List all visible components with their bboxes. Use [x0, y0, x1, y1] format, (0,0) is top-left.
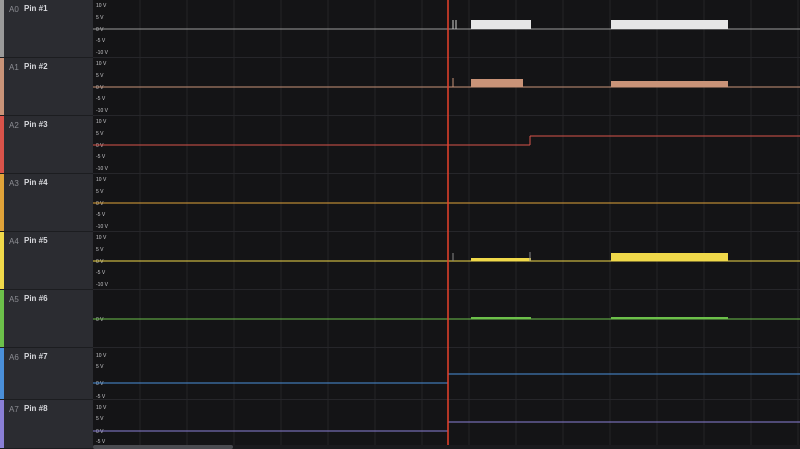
channel-label-a6[interactable]: A6 Pin #7: [0, 348, 93, 400]
voltage-tick-label: -5 V: [96, 38, 106, 44]
signal-burst: [471, 79, 523, 87]
channel-color-stripe: [0, 400, 4, 448]
channel-index: A4: [9, 237, 19, 246]
voltage-tick-label: 0 V: [96, 381, 104, 387]
voltage-tick-label: 0 V: [96, 201, 104, 207]
waveform-plot-area[interactable]: 10 V 5 V 0 V -5 V -10 V 10 V 5 V 0 V -5 V -10 V 10…: [93, 0, 800, 449]
channel-name: Pin #2: [24, 62, 48, 71]
voltage-tick-label: 5 V: [96, 189, 104, 195]
voltage-tick-label: 10 V: [96, 61, 107, 67]
signal-burst: [611, 20, 728, 29]
channel-name: Pin #1: [24, 4, 48, 13]
channel-index: A7: [9, 405, 19, 414]
channel-name: Pin #8: [24, 404, 48, 413]
channel-index: A0: [9, 5, 19, 14]
logic-analyzer-window: A0 Pin #1 A1 Pin #2 A2 Pin #3 A3 Pin #4 A4 Pin #5…: [0, 0, 800, 449]
channel-color-stripe: [0, 174, 4, 231]
horizontal-scrollbar-thumb[interactable]: [93, 445, 233, 449]
voltage-tick-label: -10 V: [96, 108, 109, 114]
signal-burst: [611, 317, 728, 319]
voltage-tick-label: -10 V: [96, 50, 109, 56]
channel-name: Pin #3: [24, 120, 48, 129]
voltage-tick-label: 5 V: [96, 247, 104, 253]
waveform-canvas[interactable]: 10 V 5 V 0 V -5 V -10 V 10 V 5 V 0 V -5 V -10 V 10…: [93, 0, 800, 449]
channel-color-stripe: [0, 232, 4, 289]
voltage-tick-label: 0 V: [96, 27, 104, 33]
voltage-tick-label: 10 V: [96, 119, 107, 125]
voltage-tick-label: -10 V: [96, 166, 109, 172]
voltage-tick-label: 0 V: [96, 143, 104, 149]
signal-burst: [471, 317, 531, 319]
channel-name: Pin #5: [24, 236, 48, 245]
voltage-tick-label: -5 V: [96, 154, 106, 160]
channel-label-a1[interactable]: A1 Pin #2: [0, 58, 93, 116]
channel-label-a0[interactable]: A0 Pin #1: [0, 0, 93, 58]
signal-burst: [471, 258, 531, 261]
channel-color-stripe: [0, 116, 4, 173]
channel-color-stripe: [0, 58, 4, 115]
channel-index: A5: [9, 295, 19, 304]
channel-label-a5[interactable]: A5 Pin #6: [0, 290, 93, 348]
signal-burst: [611, 81, 728, 87]
voltage-tick-label: 0 V: [96, 259, 104, 265]
plot-background: [93, 0, 800, 449]
channel-color-stripe: [0, 348, 4, 399]
voltage-tick-label: 10 V: [96, 405, 107, 411]
voltage-tick-label: 10 V: [96, 353, 107, 359]
voltage-tick-label: 5 V: [96, 15, 104, 21]
channel-name: Pin #6: [24, 294, 48, 303]
voltage-tick-label: -10 V: [96, 282, 109, 288]
voltage-tick-label: 10 V: [96, 3, 107, 9]
channel-label-a7[interactable]: A7 Pin #8: [0, 400, 93, 449]
signal-burst: [611, 253, 728, 261]
voltage-tick-label: -10 V: [96, 224, 109, 230]
voltage-tick-label: 5 V: [96, 364, 104, 370]
voltage-tick-label: 10 V: [96, 235, 107, 241]
channel-name: Pin #4: [24, 178, 48, 187]
voltage-tick-label: -5 V: [96, 96, 106, 102]
channel-sidebar: A0 Pin #1 A1 Pin #2 A2 Pin #3 A3 Pin #4 A4 Pin #5…: [0, 0, 93, 449]
voltage-tick-label: 5 V: [96, 73, 104, 79]
voltage-tick-label: 5 V: [96, 131, 104, 137]
horizontal-scrollbar[interactable]: [93, 445, 800, 449]
voltage-tick-label: 0 V: [96, 85, 104, 91]
channel-name: Pin #7: [24, 352, 48, 361]
channel-index: A6: [9, 353, 19, 362]
voltage-tick-label: -5 V: [96, 270, 106, 276]
channel-label-a2[interactable]: A2 Pin #3: [0, 116, 93, 174]
voltage-tick-label: 5 V: [96, 416, 104, 422]
channel-index: A3: [9, 179, 19, 188]
voltage-tick-label: 10 V: [96, 177, 107, 183]
channel-color-stripe: [0, 290, 4, 347]
signal-burst: [471, 20, 531, 29]
channel-index: A1: [9, 63, 19, 72]
voltage-tick-label: -5 V: [96, 394, 106, 400]
voltage-tick-label: -5 V: [96, 212, 106, 218]
voltage-tick-label: 0 V: [96, 429, 104, 435]
channel-index: A2: [9, 121, 19, 130]
channel-label-a4[interactable]: A4 Pin #5: [0, 232, 93, 290]
channel-color-stripe: [0, 0, 4, 57]
channel-label-a3[interactable]: A3 Pin #4: [0, 174, 93, 232]
voltage-tick-label: 0 V: [96, 317, 104, 323]
